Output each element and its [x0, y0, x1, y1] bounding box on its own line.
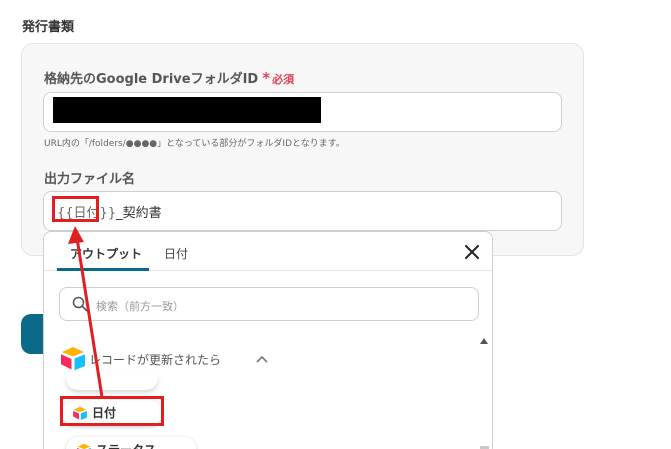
filename-suffix: _契約書 [116, 206, 162, 221]
filename-label: 出力ファイル名 [44, 172, 136, 187]
search-icon [72, 296, 88, 312]
search-input[interactable]: 検索（前方一致） [59, 287, 479, 321]
tab-output[interactable]: アウトプット [70, 245, 142, 262]
search-placeholder: 検索（前方一致） [96, 300, 184, 313]
item-highlight-box [60, 396, 164, 426]
token-highlight-box [52, 196, 99, 222]
airtable-logo-icon [77, 443, 91, 449]
folder-id-input[interactable] [43, 92, 562, 132]
scrollbar[interactable] [477, 336, 491, 449]
section-title: 発行書類 [22, 20, 75, 35]
scroll-up-arrow-icon[interactable] [480, 338, 488, 344]
redacted-value [53, 97, 321, 123]
required-text: 必須 [272, 73, 295, 86]
group-label: レコードが更新されたら [89, 353, 222, 367]
list-item-partial[interactable] [66, 374, 158, 390]
close-icon[interactable] [460, 240, 484, 264]
airtable-logo-icon [61, 347, 85, 371]
folder-id-label: 格納先のGoogle DriveフォルダID * 必須 [44, 68, 294, 87]
list-item-status[interactable]: ステータス [66, 437, 196, 449]
folder-id-help: URL内の「/folders/●●●●」となっている部分がフォルダIDとなります… [44, 139, 345, 149]
tab-date[interactable]: 日付 [164, 245, 188, 262]
filename-input[interactable]: {{日付}}_契約書 [43, 191, 562, 231]
chevron-up-icon[interactable] [256, 355, 268, 363]
required-asterisk: * [262, 69, 271, 87]
list-item-label: ステータス [96, 441, 156, 449]
dropdown-tabs: アウトプット 日付 [44, 232, 492, 271]
folder-id-label-text: 格納先のGoogle DriveフォルダID [44, 72, 259, 87]
active-tab-indicator [57, 268, 149, 271]
